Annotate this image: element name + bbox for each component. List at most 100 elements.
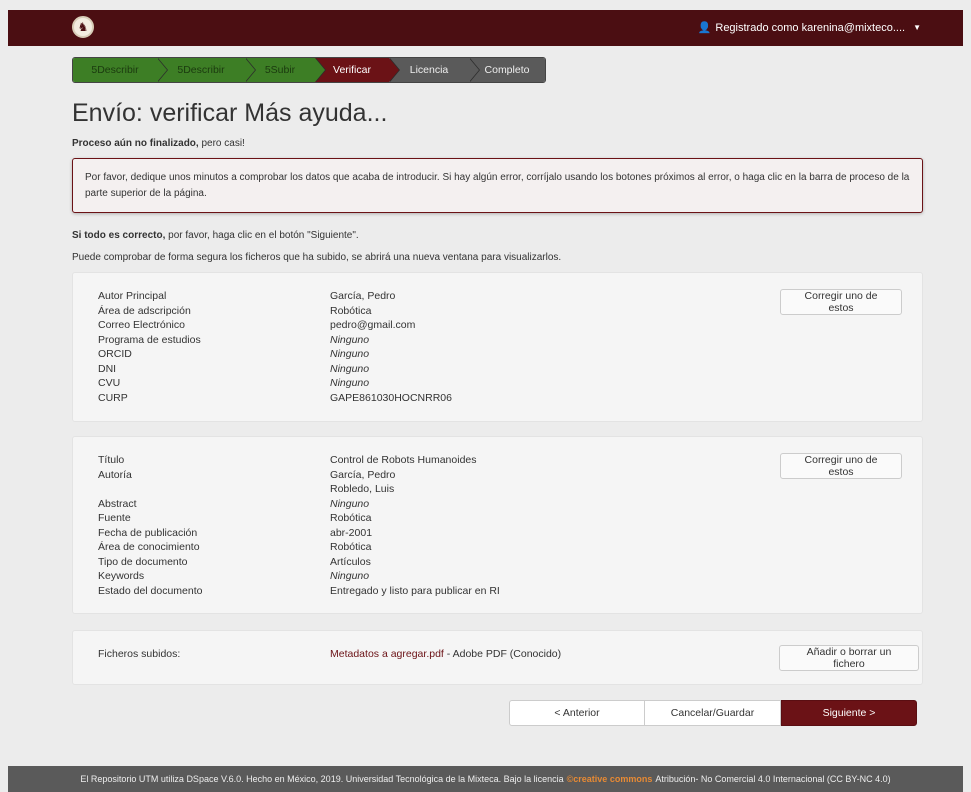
field-value: Robótica: [330, 304, 372, 317]
top-navbar: ♞ 👤 Registrado como karenina@mixteco....…: [8, 10, 963, 46]
step-completo[interactable]: Completo: [469, 58, 545, 82]
user-menu[interactable]: 👤 Registrado como karenina@mixteco.... ▼: [698, 21, 921, 34]
field-label: Tipo de documento: [98, 555, 188, 568]
file-info: - Adobe PDF (Conocido): [443, 648, 562, 660]
user-label: Registrado como karenina@mixteco....: [715, 21, 906, 34]
field-row: Fuente Robótica: [98, 511, 730, 526]
step-label: 5Subir: [264, 64, 296, 76]
field-label: Autoría: [98, 468, 132, 481]
step-label: Licencia: [409, 64, 449, 76]
instruction-rest: por favor, haga clic en el botón "Siguie…: [165, 230, 359, 241]
status-subtitle: Proceso aún no finalizado, pero casi!: [72, 138, 245, 149]
field-row: Autor Principal García, Pedro: [98, 289, 730, 304]
field-row: CVU Ninguno: [98, 376, 730, 391]
step-describir-2[interactable]: 5Describir: [157, 58, 256, 82]
field-label: Título: [98, 454, 125, 466]
field-value: Entregado y listo para publicar en RI: [330, 584, 500, 597]
field-label: ORCID: [98, 348, 132, 360]
field-label: Área de adscripción: [98, 304, 191, 317]
files-fields: Ficheros subidos: Metadatos a agregar.pd…: [98, 647, 730, 662]
field-row: ORCID Ninguno: [98, 347, 730, 362]
page-title-text: Envío: verificar: [72, 99, 238, 127]
author-fields: Autor Principal García, Pedro Área de ads…: [98, 289, 730, 405]
field-row: DNI Ninguno: [98, 362, 730, 377]
field-row: Keywords Ninguno: [98, 569, 730, 584]
field-row: Fecha de publicación abr-2001: [98, 526, 730, 541]
field-label: Correo Electrónico: [98, 319, 185, 331]
field-label: Ficheros subidos:: [98, 648, 181, 660]
step-label: Completo: [484, 64, 530, 76]
field-row: Área de adscripción Robótica: [98, 304, 730, 319]
field-value: abr-2001: [330, 526, 373, 539]
edit-files-button[interactable]: Añadir o borrar un fichero: [779, 645, 919, 671]
field-value: Ninguno: [330, 377, 370, 389]
user-icon: 👤: [697, 21, 712, 34]
field-row: CURP GAPE861030HOCNRR06: [98, 391, 730, 406]
field-value: Ninguno: [330, 362, 370, 375]
help-link[interactable]: Más ayuda...: [244, 99, 387, 127]
subtitle-rest: pero casi!: [198, 138, 245, 149]
step-label: 5Describir: [177, 64, 225, 76]
instructions-alert: Por favor, dedique unos minutos a compro…: [72, 158, 923, 213]
field-label: Abstract: [98, 497, 137, 510]
field-row: Título Control de Robots Humanoides: [98, 453, 730, 468]
field-row: Abstract Ninguno: [98, 497, 730, 512]
field-value: Control de Robots Humanoides: [330, 454, 477, 466]
step-licencia[interactable]: Licencia: [389, 58, 480, 82]
field-row: Correo Electrónico pedro@gmail.com: [98, 318, 730, 333]
step-describir-1[interactable]: 5Describir: [73, 58, 168, 82]
next-button[interactable]: Siguiente >: [781, 700, 917, 726]
field-label: CVU: [98, 377, 121, 389]
field-label: DNI: [98, 362, 117, 375]
file-link[interactable]: Metadatos a agregar.pdf: [330, 648, 444, 660]
field-value: Artículos: [330, 555, 371, 568]
progress-steps: 5Describir 5Describir 5Subir Verificar L…: [72, 57, 546, 83]
item-fields: Título Control de Robots Humanoides Autor…: [98, 453, 730, 598]
files-section: Ficheros subidos: Metadatos a agregar.pd…: [72, 630, 923, 685]
field-row: Estado del documento Entregado y listo pa…: [98, 584, 730, 599]
field-row: Ficheros subidos: Metadatos a agregar.pd…: [98, 647, 730, 662]
instruction-bold: Si todo es correcto,: [72, 230, 166, 241]
cc-logo-icon[interactable]: ©creative commons: [567, 774, 653, 784]
step-label: 5Describir: [91, 64, 139, 76]
page-title: Envío: verificar Más ayuda...: [72, 99, 387, 128]
field-label: Programa de estudios: [98, 333, 201, 346]
field-value: GAPE861030HOCNRR06: [330, 391, 452, 404]
navigation-buttons: < Anterior Cancelar/Guardar Siguiente >: [509, 700, 917, 726]
field-label: Área de conocimiento: [98, 541, 200, 553]
item-section: Título Control de Robots Humanoides Autor…: [72, 436, 923, 614]
field-label: Fuente: [98, 512, 131, 524]
field-value: pedro@gmail.com: [330, 319, 416, 331]
field-row: Robledo, Luis: [98, 482, 730, 497]
field-value: Robótica: [330, 541, 372, 553]
footer: El Repositorio UTM utiliza DSpace V.6.0.…: [8, 766, 963, 792]
field-label: Fecha de publicación: [98, 526, 198, 539]
field-row: Área de conocimiento Robótica: [98, 540, 730, 555]
field-value: Ninguno: [330, 333, 370, 346]
instruction-next: Si todo es correcto, por favor, haga cli…: [72, 230, 359, 241]
step-verificar[interactable]: Verificar: [315, 58, 400, 82]
field-label: Autor Principal: [98, 290, 167, 302]
field-value: Ninguno: [330, 570, 370, 582]
field-value: Metadatos a agregar.pdf - Adobe PDF (Con…: [330, 647, 730, 662]
field-label: [98, 482, 330, 497]
subtitle-bold: Proceso aún no finalizado,: [72, 138, 199, 149]
field-value: Robledo, Luis: [330, 483, 395, 495]
chevron-down-icon: ▼: [913, 23, 921, 32]
instruction-files: Puede comprobar de forma segura los fich…: [72, 252, 562, 263]
field-value: Ninguno: [330, 497, 370, 510]
field-value: García, Pedro: [330, 468, 396, 481]
field-row: Programa de estudios Ninguno: [98, 333, 730, 348]
logo[interactable]: ♞: [72, 16, 94, 38]
edit-item-button[interactable]: Corregir uno de estos: [780, 453, 902, 479]
field-label: Keywords: [98, 570, 145, 582]
previous-button[interactable]: < Anterior: [509, 700, 645, 726]
field-row: Autoría García, Pedro: [98, 468, 730, 483]
footer-text: El Repositorio UTM utiliza DSpace V.6.0.…: [80, 774, 564, 784]
field-value: Ninguno: [330, 348, 370, 360]
footer-license[interactable]: Atribución- No Comercial 4.0 Internacion…: [655, 774, 890, 784]
edit-author-button[interactable]: Corregir uno de estos: [780, 289, 902, 315]
field-value: García, Pedro: [330, 290, 396, 302]
cancel-save-button[interactable]: Cancelar/Guardar: [645, 700, 781, 726]
field-value: Robótica: [330, 512, 372, 524]
